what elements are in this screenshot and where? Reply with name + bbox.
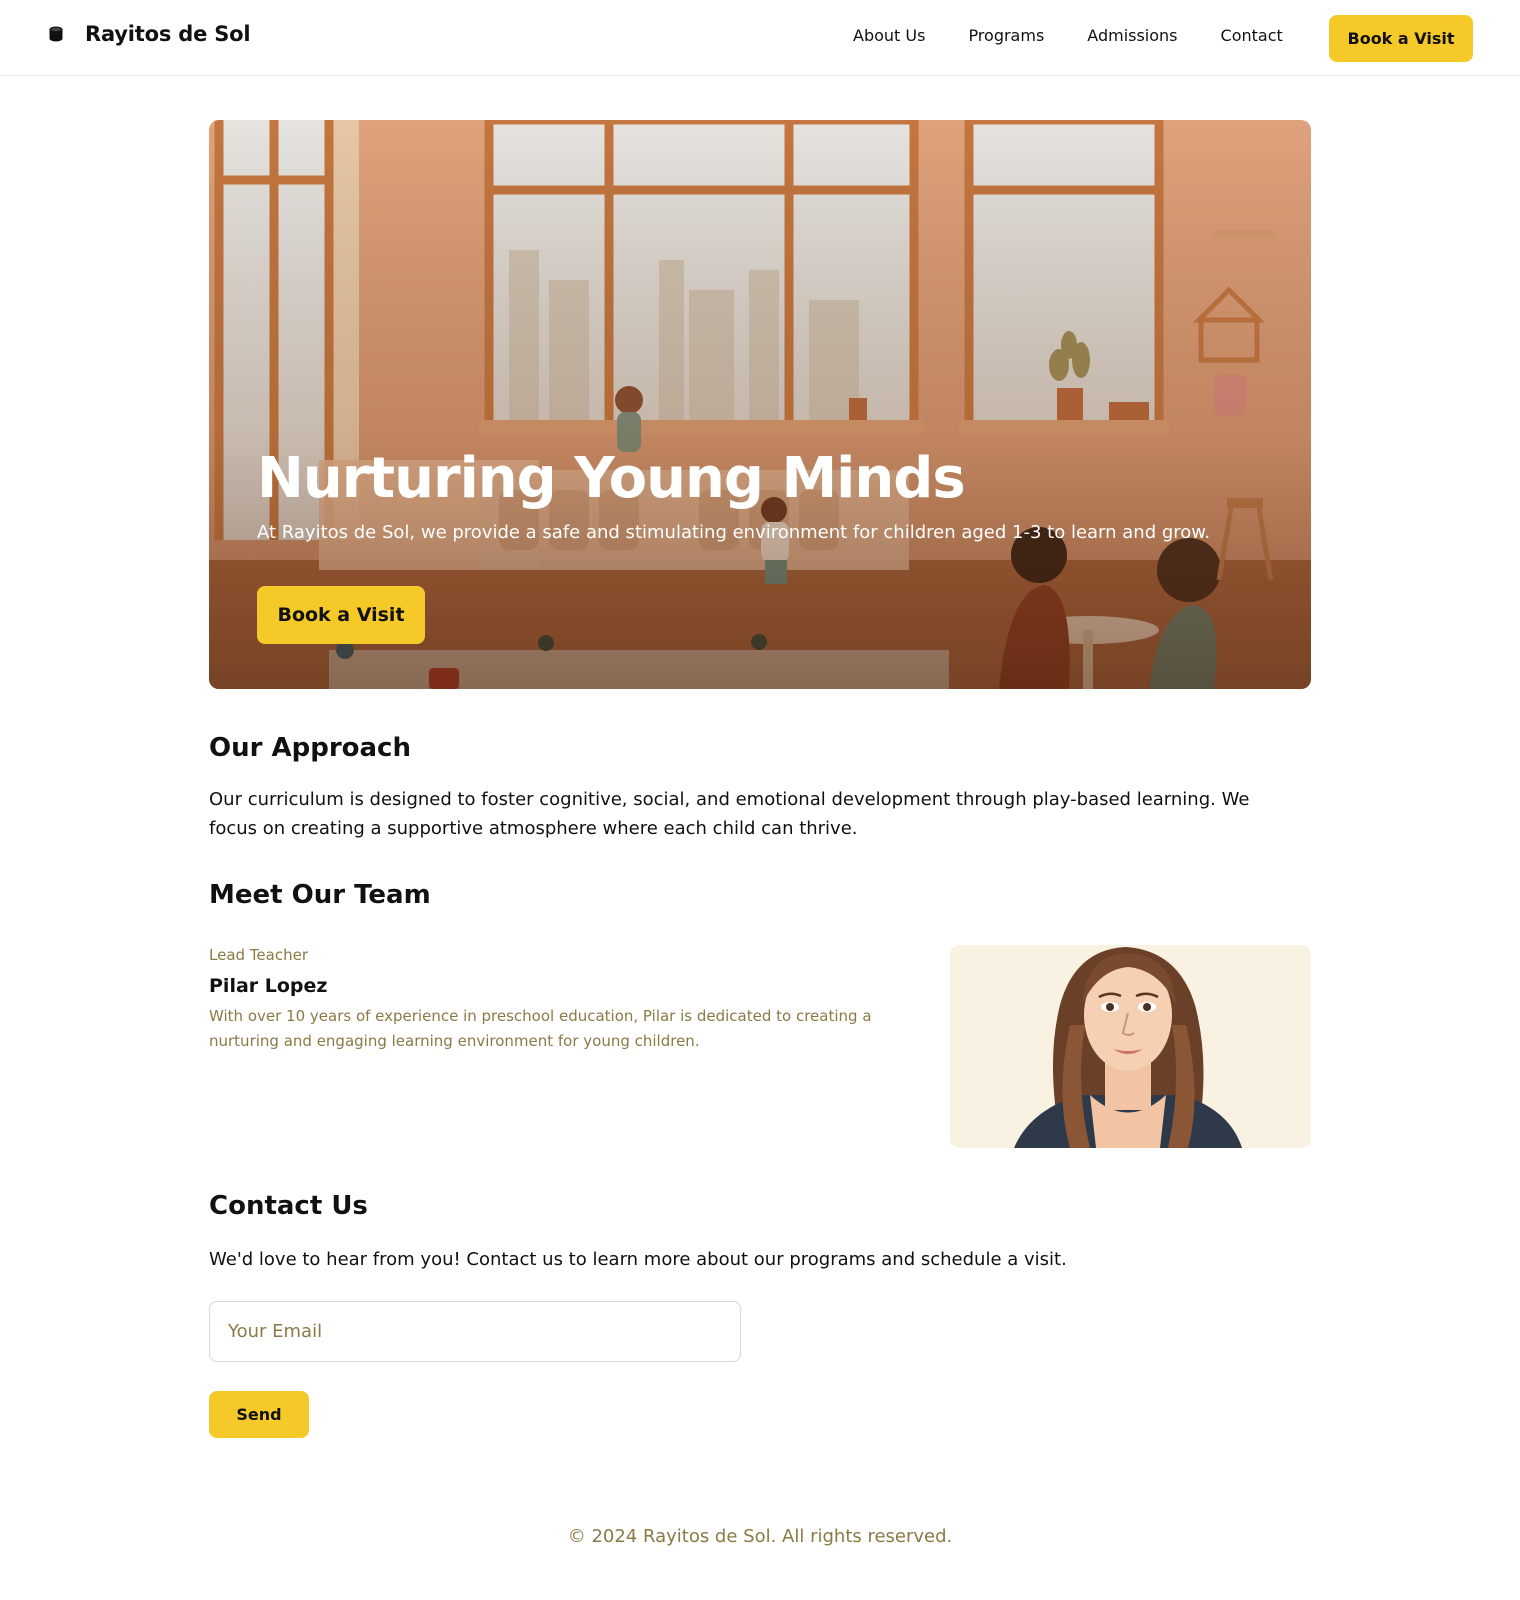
member-name: Pilar Lopez — [209, 975, 328, 997]
hero-banner: Nurturing Young Minds At Rayitos de Sol,… — [209, 120, 1311, 689]
nav-contact[interactable]: Contact — [1221, 26, 1283, 45]
approach-text: Our curriculum is designed to foster cog… — [209, 789, 1250, 839]
member-bio: With over 10 years of experience in pres… — [209, 1007, 872, 1050]
cylinder-logo-icon — [49, 26, 63, 42]
nav-admissions[interactable]: Admissions — [1087, 26, 1177, 45]
brand-name: Rayitos de Sol — [85, 22, 251, 46]
footer-copyright: © 2024 Rayitos de Sol. All rights reserv… — [567, 1526, 953, 1547]
hero-book-visit-button[interactable]: Book a Visit — [257, 586, 425, 644]
site-header: Rayitos de Sol About Us Programs Admissi… — [0, 0, 1520, 76]
main-nav: About Us Programs Admissions Contact — [853, 26, 1283, 45]
email-field[interactable] — [209, 1301, 741, 1362]
portrait-illustration — [950, 945, 1311, 1148]
send-button[interactable]: Send — [209, 1391, 309, 1438]
header-book-visit-button[interactable]: Book a Visit — [1329, 15, 1473, 62]
member-role: Lead Teacher — [209, 946, 308, 964]
nav-programs[interactable]: Programs — [968, 26, 1044, 45]
nav-about-us[interactable]: About Us — [853, 26, 925, 45]
brand[interactable]: Rayitos de Sol — [49, 22, 251, 46]
approach-heading: Our Approach — [209, 733, 411, 763]
team-heading: Meet Our Team — [209, 880, 431, 910]
hero-subtitle: At Rayitos de Sol, we provide a safe and… — [257, 522, 1211, 543]
hero-title: Nurturing Young Minds — [257, 446, 966, 511]
contact-heading: Contact Us — [209, 1191, 368, 1221]
contact-text: We'd love to hear from you! Contact us t… — [209, 1249, 1067, 1270]
member-portrait — [950, 945, 1311, 1148]
